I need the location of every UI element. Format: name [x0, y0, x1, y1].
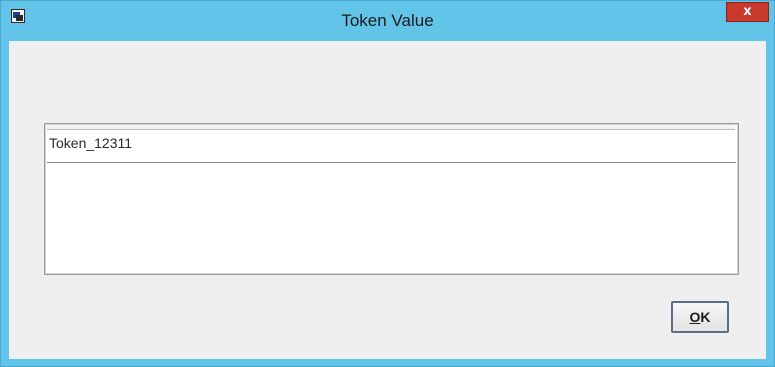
ok-mnemonic: O — [689, 309, 701, 325]
ok-label-rest: K — [700, 309, 711, 325]
token-value-text: Token_12311 — [49, 135, 133, 151]
token-row[interactable]: Token_12311 — [47, 129, 736, 163]
ok-button[interactable]: OK — [671, 301, 729, 333]
close-button[interactable]: x — [726, 2, 769, 22]
window-title: Token Value — [341, 11, 434, 30]
token-value-dialog: Token Value x Token_12311 OK — [0, 0, 775, 367]
title-bar[interactable]: Token Value x — [1, 1, 774, 41]
token-text-area[interactable]: Token_12311 — [44, 123, 739, 275]
dialog-client-area: Token_12311 OK — [9, 41, 766, 359]
